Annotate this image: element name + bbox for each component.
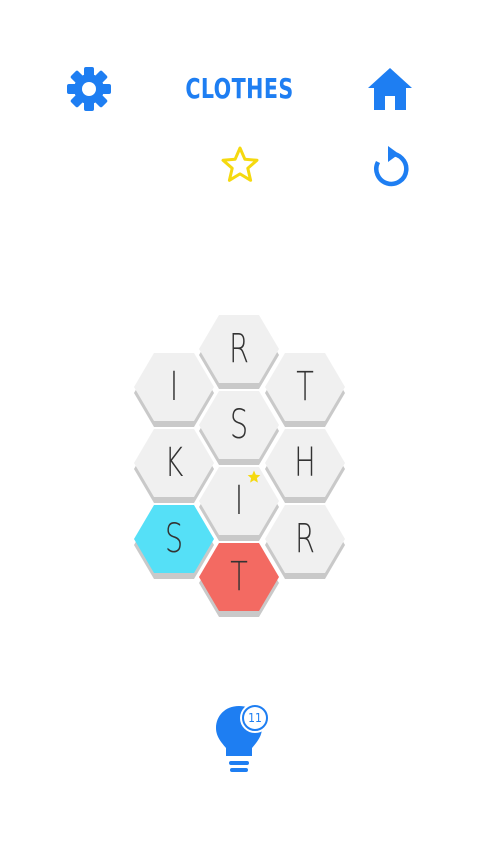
tile-letter: R	[228, 326, 250, 372]
hex-tile-selected-red[interactable]: T	[199, 540, 279, 620]
hint-count: 11	[244, 707, 266, 729]
bonus-star-icon	[247, 470, 261, 483]
tile-letter: S	[164, 516, 184, 562]
hint-count-badge: 11	[240, 703, 270, 733]
tile-letter: H	[294, 440, 316, 486]
tile-letter: T	[230, 554, 248, 600]
tile-letter: S	[229, 402, 249, 448]
tile-letter: K	[164, 440, 184, 486]
tile-letter: T	[296, 364, 314, 410]
tile-letter: R	[294, 516, 316, 562]
tile-letter: I	[169, 364, 179, 410]
